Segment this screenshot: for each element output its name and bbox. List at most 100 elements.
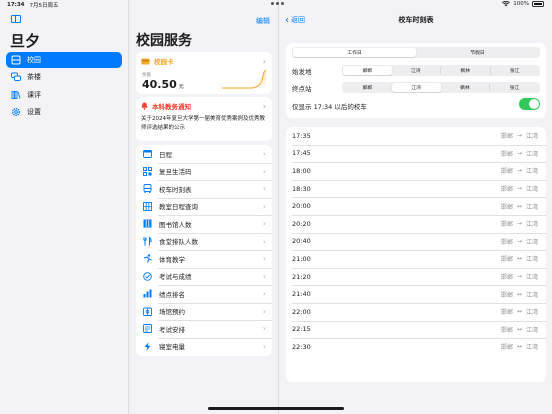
service-row-classroom[interactable]: 教室日程查询 › (136, 197, 272, 216)
battery-percent: 100% (513, 1, 529, 7)
service-row-exam-schedule[interactable]: 考试安排 › (136, 320, 272, 338)
departure-time: 18:30 (292, 184, 311, 193)
bidirectional-arrow-icon: ↔ (516, 202, 522, 210)
bus-time-row: 21:20 邯郸 → 江湾 (286, 267, 546, 286)
departure-segmented-control[interactable]: 邯郸 江湾 枫林 张江 (342, 65, 540, 76)
chevron-right-icon: › (262, 56, 266, 66)
route-from: 邯郸 (500, 168, 513, 176)
arrow-right-icon: → (516, 185, 522, 193)
sidebar-item-teahouse[interactable]: 茶楼 (6, 69, 122, 85)
sidebar-item-campus[interactable]: 校园 (6, 52, 122, 68)
square-split-icon (11, 55, 21, 65)
arrow-right-icon: → (516, 167, 522, 175)
route-from: 邯郸 (500, 203, 513, 211)
route-from: 邯郸 (500, 291, 513, 299)
bus-schedule-panel: ‹ 返回 校车时刻表 工作日 节假日 始发地 邯郸 江湾 枫林 张江 终点站 邯… (280, 0, 552, 414)
day-type-option[interactable]: 节假日 (416, 48, 539, 57)
route: 邯郸 → 江湾 (501, 237, 538, 246)
route-to: 江湾 (525, 256, 538, 264)
chevron-right-icon: › (262, 236, 266, 246)
multitasking-dots-icon[interactable] (271, 2, 284, 5)
departure-time: 21:40 (292, 290, 311, 299)
departure-time: 22:15 (292, 325, 311, 334)
sports-icon (142, 254, 152, 264)
service-row-gpa-rank[interactable]: 绩点排名 › (136, 285, 272, 303)
route-from: 邯郸 (500, 344, 513, 352)
campus-card-widget[interactable]: 校园卡 › 余额 40.50 元 (136, 52, 272, 94)
page-title: 校车时刻表 (398, 16, 434, 24)
route-to: 江湾 (525, 238, 538, 246)
chevron-right-icon: › (262, 271, 266, 281)
terminal-option[interactable]: 张江 (489, 83, 539, 92)
service-row-canteen[interactable]: 食堂排队人数 › (136, 232, 272, 251)
bus-time-row: 22:15 邯郸 ↔ 江湾 (286, 320, 546, 339)
chevron-right-icon: › (262, 341, 266, 351)
route-from: 邯郸 (500, 221, 513, 229)
balance-unit: 元 (178, 84, 184, 90)
route-from: 邯郸 (500, 238, 513, 246)
departure-option[interactable]: 枫林 (440, 66, 490, 75)
route-to: 江湾 (525, 274, 538, 282)
route-to: 江湾 (525, 309, 538, 317)
route-to: 江湾 (525, 186, 538, 194)
service-label: 日程 (159, 150, 172, 159)
sidebar-item-course-review[interactable]: 课评 (6, 87, 122, 103)
balance-value: 40.50 元 (142, 78, 184, 91)
service-row-calendar[interactable]: 日程 › (136, 145, 272, 163)
service-row-library[interactable]: 图书馆人数 › (136, 215, 272, 233)
exam-icon (142, 271, 152, 281)
route-to: 江湾 (525, 344, 538, 352)
day-type-option[interactable]: 工作日 (293, 48, 416, 57)
service-row-venue-booking[interactable]: 场馆预约 › (136, 302, 272, 321)
bidirectional-arrow-icon: ↔ (516, 255, 522, 263)
service-row-sports[interactable]: 体育教学 › (136, 250, 272, 268)
route: 邯郸 ↔ 江湾 (501, 254, 538, 263)
terminal-segmented-control[interactable]: 邯郸 江湾 枫林 张江 (342, 82, 540, 93)
chevron-right-icon: › (262, 324, 266, 334)
bus-time-row: 17:45 邯郸 → 江湾 (286, 144, 546, 163)
terminal-option[interactable]: 江湾 (391, 83, 441, 92)
library-icon (142, 219, 152, 229)
departure-option[interactable]: 邯郸 (343, 66, 392, 75)
page-title: 校园服务 (136, 33, 192, 49)
route-from: 邯郸 (500, 256, 513, 264)
sidebar-item-label: 课评 (27, 91, 41, 99)
route: 邯郸 → 江湾 (501, 131, 538, 140)
service-row-life-code[interactable]: 复旦生活码 › (136, 162, 272, 181)
bell-icon (141, 102, 148, 110)
terminal-option[interactable]: 枫林 (441, 83, 490, 92)
service-label: 考试与成绩 (159, 273, 192, 282)
battery-icon (532, 1, 544, 7)
bus-time-row: 21:40 邯郸 ↔ 江湾 (286, 285, 546, 303)
service-row-dorm-electricity[interactable]: 寝室电量 › (136, 337, 272, 356)
bus-time-row: 20:40 邯郸 → 江湾 (286, 232, 546, 251)
academic-notice-widget[interactable]: 本科教务通知 › 关于2024年复旦大学第一届美育优秀案例及优秀教师评选结果的公… (136, 97, 272, 141)
departure-option[interactable]: 江湾 (392, 66, 441, 75)
route-to: 江湾 (525, 326, 538, 334)
bus-time-row: 22:00 邯郸 ↔ 江湾 (286, 302, 546, 321)
service-row-bus-schedule[interactable]: 校车时刻表 › (136, 180, 272, 198)
book-icon (11, 90, 21, 100)
service-label: 图书馆人数 (159, 220, 192, 229)
sidebar-toggle-icon[interactable] (11, 15, 21, 23)
departure-option[interactable]: 张江 (489, 66, 540, 75)
chevron-right-icon: › (262, 254, 266, 264)
route-from: 邯郸 (500, 150, 513, 158)
service-row-exams-grades[interactable]: 考试与成绩 › (136, 267, 272, 286)
route: 邯郸 → 江湾 (501, 272, 538, 281)
arrow-right-icon: → (516, 237, 522, 245)
edit-button[interactable]: 编辑 (256, 16, 270, 26)
chevron-right-icon: › (262, 289, 266, 299)
service-label: 绩点排名 (159, 290, 185, 299)
chevron-right-icon: › (262, 201, 266, 211)
departure-time: 20:20 (292, 219, 311, 228)
home-indicator[interactable] (208, 407, 344, 410)
departure-time: 21:00 (292, 254, 311, 263)
day-type-segmented-control[interactable]: 工作日 节假日 (292, 47, 540, 58)
bus-time-row: 22:30 邯郸 ↔ 江湾 (286, 338, 546, 356)
only-after-toggle[interactable] (519, 98, 540, 110)
route: 邯郸 ↔ 江湾 (501, 290, 538, 299)
sidebar-item-settings[interactable]: 设置 (6, 104, 122, 120)
route-from: 邯郸 (500, 326, 513, 334)
terminal-option[interactable]: 邯郸 (343, 83, 392, 92)
